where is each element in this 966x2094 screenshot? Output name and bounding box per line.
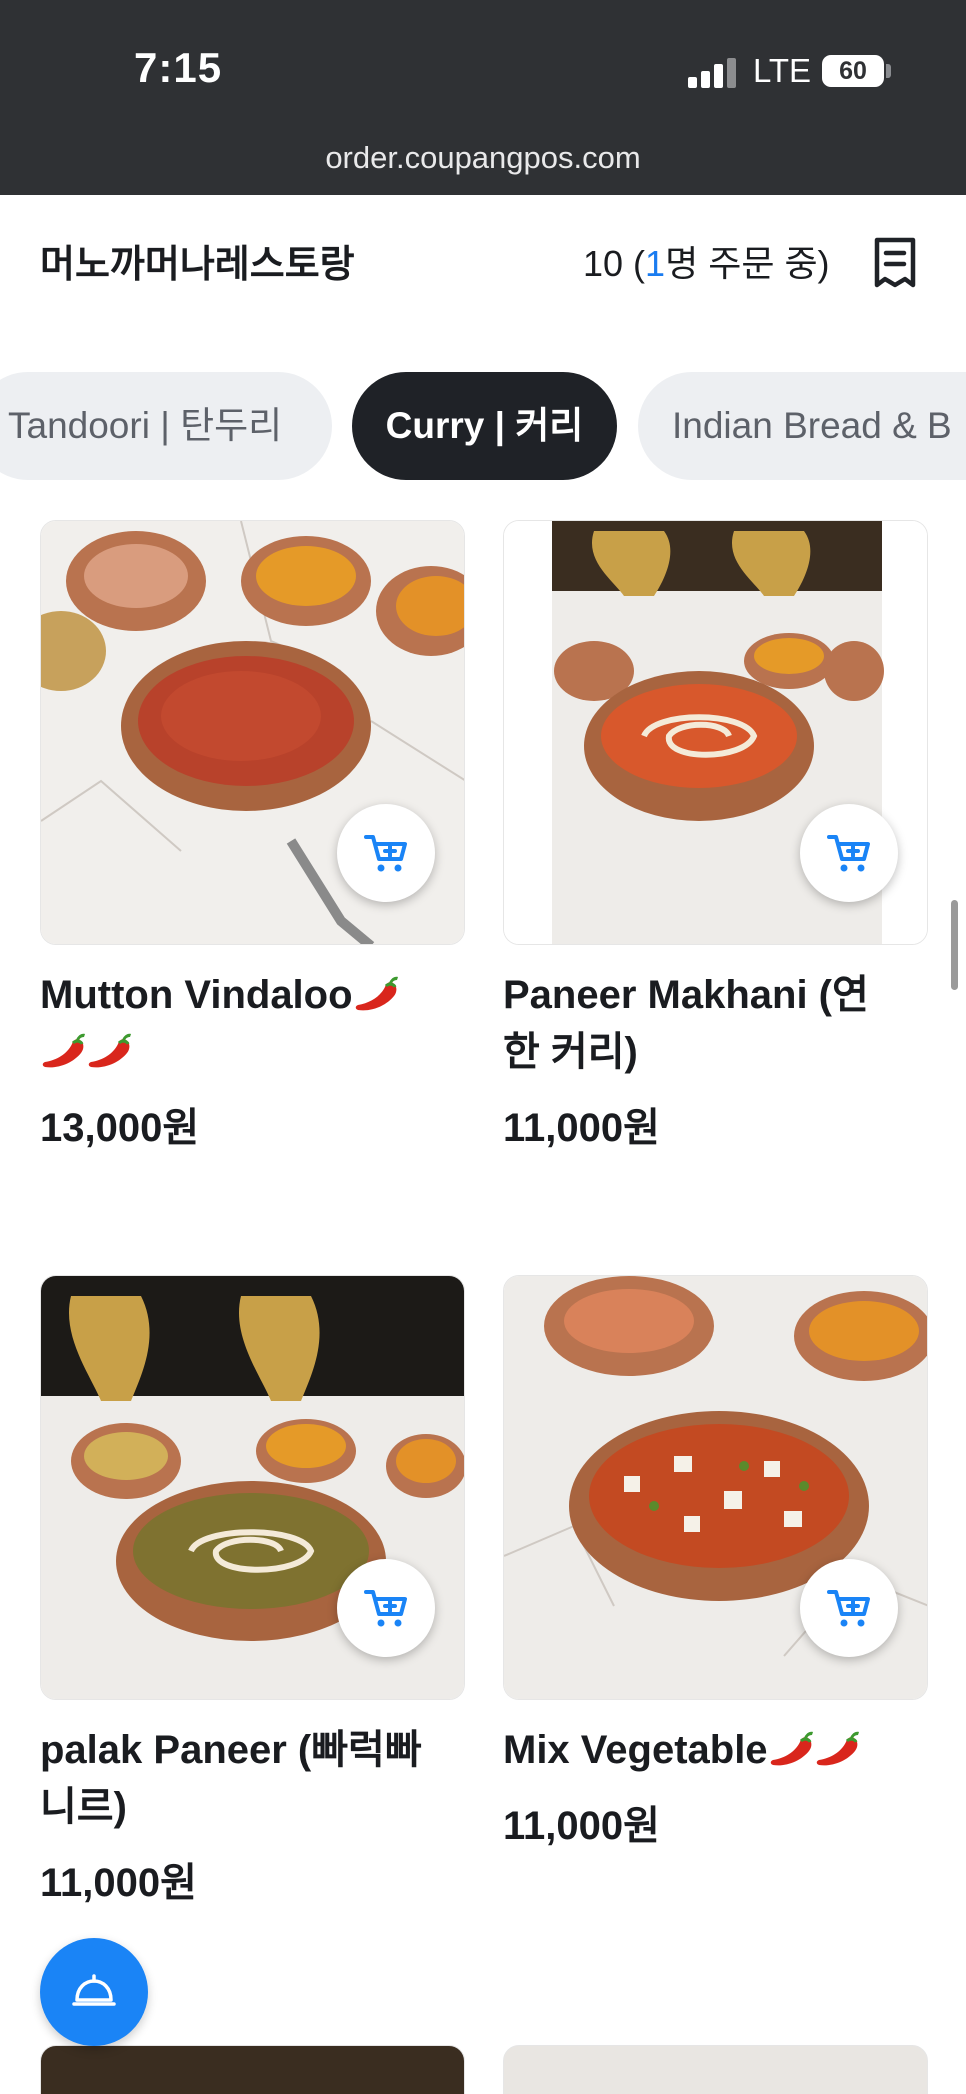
- add-to-cart-button[interactable]: [800, 1559, 898, 1657]
- product-card-mutton-vindaloo[interactable]: Mutton Vindaloo 13,000원: [40, 520, 465, 1160]
- battery-icon: 60: [822, 55, 884, 87]
- cart-add-icon: [364, 1590, 407, 1627]
- chili-icon: [814, 1730, 860, 1767]
- product-price: 11,000원: [503, 1804, 660, 1848]
- cart-add-icon: [827, 1590, 870, 1627]
- signal-icon: [688, 58, 736, 88]
- chili-icon: [87, 1032, 132, 1069]
- add-to-cart-button[interactable]: [800, 804, 898, 902]
- category-tabs: Tandoori | 탄두리 Curry | 커리 Indian Bread &…: [0, 372, 966, 482]
- add-to-cart-button[interactable]: [337, 804, 435, 902]
- chili-icon: [41, 1032, 86, 1069]
- product-price: 11,000원: [503, 1106, 660, 1150]
- tab-curry[interactable]: Curry | 커리: [352, 372, 617, 480]
- product-photo-next[interactable]: [503, 2045, 928, 2094]
- product-name-line2: 니르): [40, 1785, 127, 1829]
- bell-icon: [72, 1974, 116, 2006]
- product-card-paneer-makhani[interactable]: Paneer Makhani (연한 커리) 11,000원: [503, 520, 928, 1160]
- store-name: 머노까머나레스토랑: [40, 244, 355, 286]
- tab-tandoori[interactable]: Tandoori | 탄두리: [0, 372, 332, 480]
- product-card-palak-paneer[interactable]: palak Paneer (빠럭빠니르) 11,000원: [40, 1275, 465, 1915]
- add-to-cart-button[interactable]: [337, 1559, 435, 1657]
- network-type: LTE: [753, 52, 812, 89]
- product-name: Paneer Makhani (연한 커리): [503, 967, 928, 1081]
- table-suffix: 명 주문 중): [665, 243, 830, 284]
- product-name-line1: palak Paneer (빠럭빠: [40, 1728, 422, 1772]
- tab-indian-bread[interactable]: Indian Bread & B: [638, 372, 966, 480]
- cart-add-icon: [827, 835, 870, 872]
- browser-top-bar: 7:15 LTE 60 order.coupangpos.com: [0, 0, 966, 195]
- staff-call-button[interactable]: [40, 1938, 148, 2046]
- product-photo[interactable]: [40, 1275, 465, 1700]
- cart-add-icon: [364, 835, 407, 872]
- store-header: 머노까머나레스토랑 10 (1명 주문 중): [0, 195, 966, 325]
- product-photo[interactable]: [503, 520, 928, 945]
- product-photo-next[interactable]: [40, 2045, 465, 2094]
- product-card-mix-vegetable[interactable]: Mix Vegetable 11,000원: [503, 1275, 928, 1915]
- product-name: Mix Vegetable: [503, 1722, 928, 1779]
- product-price: 11,000원: [40, 1861, 197, 1905]
- product-name-line1: Paneer Makhani (연: [503, 973, 869, 1017]
- product-name-line2: 한 커리): [503, 1030, 638, 1074]
- product-name: Mutton Vindaloo: [40, 967, 465, 1081]
- product-photo[interactable]: [503, 1275, 928, 1700]
- table-order-status: 10 (1명 주문 중): [583, 235, 830, 287]
- product-photo[interactable]: [40, 520, 465, 945]
- product-price: 13,000원: [40, 1106, 200, 1150]
- receipt-icon[interactable]: [872, 237, 918, 289]
- chili-icon: [768, 1730, 814, 1767]
- url-bar[interactable]: order.coupangpos.com: [0, 140, 966, 176]
- orderers-count: 1: [645, 243, 666, 284]
- table-prefix: 10 (: [583, 243, 646, 284]
- chili-icon: [353, 975, 399, 1012]
- product-name-text: Mutton Vindaloo: [40, 973, 353, 1017]
- scrollbar[interactable]: [951, 900, 958, 990]
- product-name-text: Mix Vegetable: [503, 1728, 768, 1772]
- battery-tip: [886, 64, 891, 78]
- product-name: palak Paneer (빠럭빠니르): [40, 1722, 465, 1836]
- status-time: 7:15: [134, 44, 223, 91]
